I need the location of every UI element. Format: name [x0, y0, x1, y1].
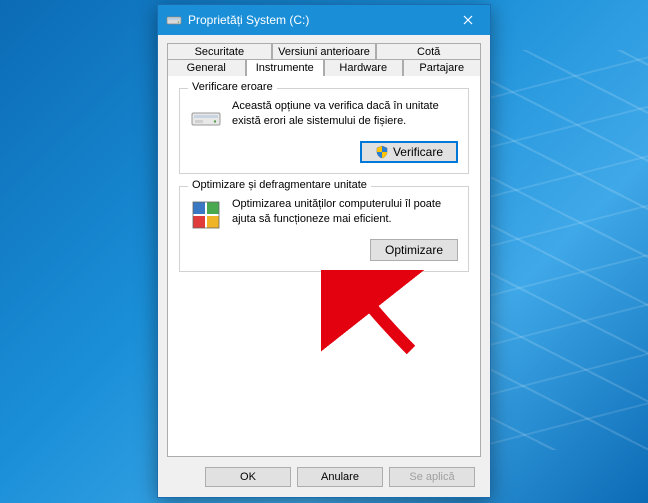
close-button[interactable] — [445, 5, 490, 35]
close-icon — [463, 15, 473, 25]
group-optimize-title: Optimizare și defragmentare unitate — [188, 179, 371, 191]
defrag-icon — [190, 199, 222, 231]
optimizare-button-label: Optimizare — [385, 243, 443, 257]
ok-button[interactable]: OK — [205, 467, 291, 487]
cancel-button[interactable]: Anulare — [297, 467, 383, 487]
group-error-check: Verificare eroare Această opțiune va ver… — [179, 88, 469, 174]
tab-cota[interactable]: Cotă — [376, 43, 481, 60]
dialog-footer: OK Anulare Se aplică — [167, 457, 481, 489]
verificare-button[interactable]: Verificare — [360, 141, 458, 163]
window-title: Proprietăți System (C:) — [188, 13, 445, 27]
titlebar[interactable]: Proprietăți System (C:) — [158, 5, 490, 35]
group-error-check-desc: Această opțiune va verifica dacă în unit… — [232, 99, 458, 129]
tab-versiuni-anterioare[interactable]: Versiuni anterioare — [272, 43, 377, 60]
properties-dialog: Proprietăți System (C:) Securitate Versi… — [157, 4, 491, 498]
tab-partajare[interactable]: Partajare — [403, 59, 482, 76]
tab-instrumente[interactable]: Instrumente — [246, 59, 325, 76]
group-optimize: Optimizare și defragmentare unitate Opti… — [179, 186, 469, 272]
tab-general[interactable]: General — [167, 59, 246, 76]
optimizare-button[interactable]: Optimizare — [370, 239, 458, 261]
apply-button[interactable]: Se aplică — [389, 467, 475, 487]
tab-panel-instrumente: Verificare eroare Această opțiune va ver… — [167, 76, 481, 457]
uac-shield-icon — [375, 145, 389, 159]
dialog-body: Securitate Versiuni anterioare Cotă Gene… — [158, 35, 490, 497]
tab-securitate[interactable]: Securitate — [167, 43, 272, 60]
drive-check-icon — [190, 101, 222, 133]
group-error-check-title: Verificare eroare — [188, 81, 277, 93]
tab-hardware[interactable]: Hardware — [324, 59, 403, 76]
group-optimize-desc: Optimizarea unităților computerului îl p… — [232, 197, 458, 227]
verificare-button-label: Verificare — [393, 145, 443, 159]
drive-icon — [166, 12, 182, 28]
tabs: Securitate Versiuni anterioare Cotă Gene… — [167, 43, 481, 76]
